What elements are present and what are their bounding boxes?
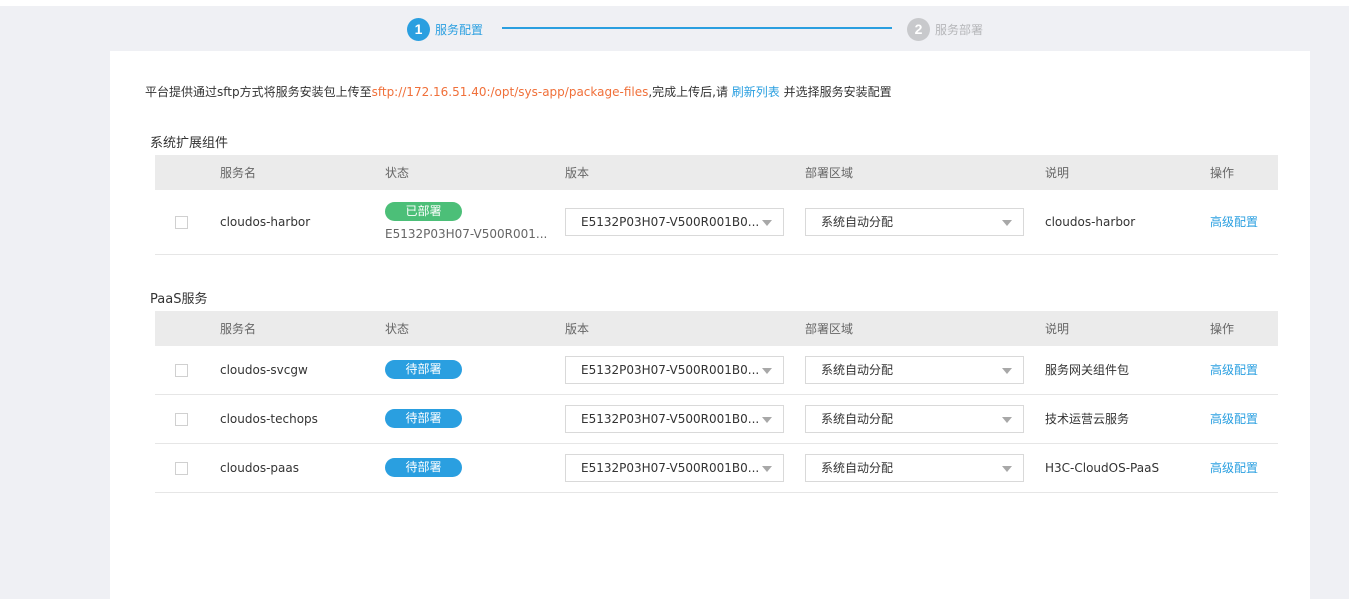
status-badge: 已部署	[385, 202, 462, 222]
header-status: 状态	[385, 166, 410, 180]
chevron-down-icon	[762, 219, 772, 226]
header-version: 版本	[565, 166, 590, 180]
paas-table: 服务名 状态 版本 部署区域 说明 操作 cloudos-svcgw 待部署 E…	[155, 311, 1278, 493]
header-status: 状态	[385, 322, 410, 336]
version-value: E5132P03H07-V500R001B0...	[581, 460, 760, 475]
version-value: E5132P03H07-V500R001B0...	[581, 214, 760, 229]
chevron-down-icon	[1002, 465, 1012, 472]
row-checkbox[interactable]	[175, 461, 188, 475]
section-title-paas: PaaS服务	[150, 292, 208, 307]
service-name: cloudos-svcgw	[220, 346, 385, 395]
table-row: cloudos-techops 待部署 E5132P03H07-V500R001…	[155, 394, 1278, 444]
advanced-config-link[interactable]: 高级配置	[1210, 363, 1258, 377]
service-name: cloudos-techops	[220, 394, 385, 444]
status-badge: 待部署	[385, 458, 462, 477]
header-zone: 部署区域	[805, 166, 854, 180]
header-check	[155, 155, 220, 190]
version-select[interactable]: E5132P03H07-V500R001B0...	[565, 355, 784, 384]
header-op: 操作	[1210, 166, 1235, 180]
table-row: cloudos-paas 待部署 E5132P03H07-V500R001B0.…	[155, 443, 1278, 493]
step-number: 1	[407, 17, 430, 41]
service-desc: 服务网关组件包	[1045, 346, 1210, 395]
header-desc: 说明	[1045, 322, 1070, 336]
notice-suffix: 并选择服务安装配置	[779, 85, 892, 99]
status-cell: 已部署 E5132P03H07-V500R001...	[385, 190, 565, 255]
header-name: 服务名	[220, 166, 257, 180]
notice-prefix: 平台提供通过sftp方式将服务安装包上传至	[145, 85, 372, 99]
row-checkbox[interactable]	[175, 363, 188, 377]
step-service-config[interactable]: 1 服务配置	[407, 17, 483, 41]
step-label: 服务配置	[435, 22, 484, 37]
header-version: 版本	[565, 322, 590, 336]
step-connector	[502, 27, 892, 29]
header-zone: 部署区域	[805, 322, 854, 336]
chevron-down-icon	[1002, 367, 1012, 374]
service-desc: H3C-CloudOS-PaaS	[1045, 443, 1210, 493]
chevron-down-icon	[762, 367, 772, 374]
row-checkbox[interactable]	[175, 215, 188, 229]
version-select[interactable]: E5132P03H07-V500R001B0...	[565, 404, 784, 433]
version-value: E5132P03H07-V500R001B0...	[581, 362, 760, 377]
zone-select[interactable]: 系统自动分配	[805, 207, 1024, 236]
table-row: cloudos-harbor 已部署 E5132P03H07-V500R001.…	[155, 190, 1278, 255]
zone-value: 系统自动分配	[821, 412, 894, 426]
top-strip	[0, 0, 1349, 6]
service-desc: 技术运营云服务	[1045, 394, 1210, 444]
zone-select[interactable]: 系统自动分配	[805, 404, 1024, 433]
upload-notice: 平台提供通过sftp方式将服务安装包上传至sftp://172.16.51.40…	[145, 83, 892, 100]
header-check	[155, 311, 220, 346]
status-detail: E5132P03H07-V500R001...	[385, 227, 548, 242]
table-header: 服务名 状态 版本 部署区域 说明 操作	[155, 155, 1278, 190]
section-title-extensions: 系统扩展组件	[150, 136, 229, 151]
zone-value: 系统自动分配	[821, 215, 894, 230]
status-badge: 待部署	[385, 409, 462, 428]
step-service-deploy[interactable]: 2 服务部署	[907, 17, 983, 41]
table-header: 服务名 状态 版本 部署区域 说明 操作	[155, 311, 1278, 346]
table-row: cloudos-svcgw 待部署 E5132P03H07-V500R001B0…	[155, 346, 1278, 395]
zone-select[interactable]: 系统自动分配	[805, 453, 1024, 482]
notice-middle: ,完成上传后,请	[648, 85, 732, 99]
zone-select[interactable]: 系统自动分配	[805, 355, 1024, 384]
header-name: 服务名	[220, 322, 257, 336]
version-value: E5132P03H07-V500R001B0...	[581, 411, 760, 426]
row-checkbox[interactable]	[175, 412, 188, 426]
service-name: cloudos-paas	[220, 443, 385, 493]
version-select[interactable]: E5132P03H07-V500R001B0...	[565, 207, 784, 236]
service-name: cloudos-harbor	[220, 190, 385, 255]
service-desc: cloudos-harbor	[1045, 190, 1210, 255]
zone-value: 系统自动分配	[821, 363, 894, 378]
zone-value: 系统自动分配	[821, 461, 894, 475]
step-number: 2	[907, 17, 930, 41]
chevron-down-icon	[1002, 416, 1012, 423]
refresh-list-link[interactable]: 刷新列表	[732, 85, 780, 99]
extensions-table: 服务名 状态 版本 部署区域 说明 操作 cloudos-harbor 已部署 …	[155, 155, 1278, 255]
step-label: 服务部署	[935, 22, 984, 37]
header-op: 操作	[1210, 322, 1235, 336]
advanced-config-link[interactable]: 高级配置	[1210, 412, 1258, 426]
advanced-config-link[interactable]: 高级配置	[1210, 215, 1258, 229]
status-badge: 待部署	[385, 360, 462, 380]
version-select[interactable]: E5132P03H07-V500R001B0...	[565, 453, 784, 482]
advanced-config-link[interactable]: 高级配置	[1210, 461, 1258, 475]
chevron-down-icon	[762, 416, 772, 423]
config-card: 平台提供通过sftp方式将服务安装包上传至sftp://172.16.51.40…	[110, 51, 1310, 599]
chevron-down-icon	[762, 465, 772, 472]
sftp-path: sftp://172.16.51.40:/opt/sys-app/package…	[371, 85, 649, 99]
chevron-down-icon	[1002, 219, 1012, 226]
header-desc: 说明	[1045, 166, 1070, 180]
